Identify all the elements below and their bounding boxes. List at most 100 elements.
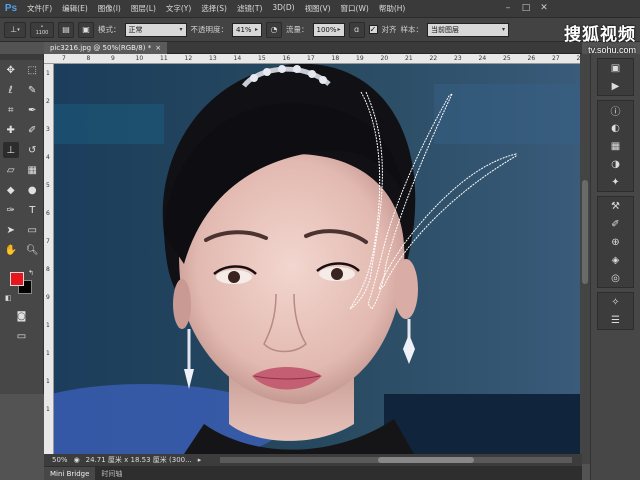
tool-preset-picker[interactable]: ⊥ ▾ <box>4 21 26 38</box>
lasso-icon[interactable]: ℓ <box>3 82 19 98</box>
align-checkbox[interactable]: ✓ <box>368 25 378 34</box>
tab-timeline[interactable]: 时间轴 <box>95 467 128 480</box>
status-menu-arrow-icon[interactable]: ▸ <box>198 456 202 464</box>
airbrush-button[interactable]: ɑ <box>348 21 365 38</box>
pressure-opacity-button[interactable]: ◔ <box>266 21 282 38</box>
flow-field[interactable]: 100% ▸ <box>312 22 345 37</box>
swatches-icon[interactable]: ▦ <box>598 137 633 155</box>
align-label: 对齐 <box>381 25 397 34</box>
pen-icon[interactable]: ✑ <box>3 202 19 218</box>
opacity-label: 不透明度： <box>190 25 229 34</box>
type-icon[interactable]: T <box>24 202 40 218</box>
notes-icon[interactable]: ☰ <box>598 311 633 329</box>
horizontal-scroll-thumb[interactable] <box>378 457 474 463</box>
clone-source-icon[interactable]: ⊕ <box>598 233 633 251</box>
mode-select[interactable]: 正常 ▾ <box>124 22 187 37</box>
tab-mini-bridge[interactable]: Mini Bridge <box>44 467 96 480</box>
photo-woman-portrait <box>54 64 580 454</box>
path-select-icon[interactable]: ➤ <box>3 222 19 238</box>
crop-icon[interactable]: ⌗ <box>3 102 19 118</box>
history-brush-icon[interactable]: ↺ <box>24 142 40 158</box>
layers-icon[interactable]: ◈ <box>598 251 633 269</box>
panel-group: ⚒ ✐ ⊕ ◈ ◎ <box>597 196 634 288</box>
color-icon[interactable]: ◐ <box>598 119 633 137</box>
brush-size-picker[interactable]: • 1100 <box>30 21 54 38</box>
healing-icon[interactable]: ✚ <box>3 122 19 138</box>
left-ear <box>173 279 191 329</box>
zoom-icon[interactable]: 🔍︎ <box>24 242 40 258</box>
vertical-scroll-thumb[interactable] <box>582 180 588 284</box>
ruler-tick-label: 17 <box>307 55 315 62</box>
options-bar: ⊥ ▾ • 1100 ▤ ▣ 模式： 正常 ▾ 不透明度： 41% ▸ ◔ 流量： 1… <box>0 18 640 42</box>
menu-item[interactable]: 文件(F) <box>22 3 57 14</box>
gradient-icon[interactable]: ▦ <box>24 162 40 178</box>
document-info-icon[interactable]: ◉ <box>74 456 80 464</box>
screen-mode-icon[interactable]: ▭ <box>14 328 30 344</box>
horizontal-scrollbar[interactable] <box>220 457 572 463</box>
flow-value: 100% <box>316 25 337 34</box>
menu-item[interactable]: 视图(V) <box>300 3 336 14</box>
minimize-button[interactable]: – <box>502 2 514 14</box>
clone-stamp-icon[interactable]: ⊥ <box>2 142 19 158</box>
sample-select[interactable]: 当前图层 ▾ <box>427 22 509 37</box>
vertical-scrollbar[interactable] <box>580 54 590 464</box>
default-colors-icon[interactable]: ◧ <box>5 294 12 302</box>
move-icon[interactable]: ✥ <box>3 62 19 78</box>
maximize-button[interactable]: □ <box>520 2 532 14</box>
brush-panel-button[interactable]: ▤ <box>58 21 74 38</box>
clone-source-icon: ▣ <box>82 25 90 34</box>
ruler-tick-label: 20 <box>380 55 389 62</box>
menu-item[interactable]: 帮助(H) <box>374 3 411 14</box>
menu-item[interactable]: 图层(L) <box>126 3 161 14</box>
actions-icon[interactable]: ▶ <box>598 77 633 95</box>
menu-item[interactable]: 滤镜(T) <box>232 3 267 14</box>
menu-item[interactable]: 编辑(E) <box>57 3 93 14</box>
dodge-icon[interactable]: ● <box>24 182 40 198</box>
hand-icon[interactable]: ✋ <box>3 242 19 258</box>
close-button[interactable]: ✕ <box>538 2 550 14</box>
airbrush-icon: ɑ <box>353 25 360 34</box>
menu-item[interactable]: 选择(S) <box>196 3 232 14</box>
menu-item[interactable]: 图像(I) <box>93 3 126 14</box>
tool-presets-icon[interactable]: ⚒ <box>598 197 633 215</box>
chevron-right-icon: ▸ <box>254 26 258 33</box>
menu-item[interactable]: 文字(Y) <box>161 3 196 14</box>
brush-icon[interactable]: ✐ <box>24 122 40 138</box>
clone-source-panel-button[interactable]: ▣ <box>78 21 94 38</box>
status-bar: 50% ◉ 24.71 厘米 x 18.53 厘米 (300... ▸ <box>44 454 582 466</box>
shape-icon[interactable]: ▭ <box>24 222 40 238</box>
close-tab-icon[interactable]: × <box>155 44 161 52</box>
ruler-tick-label: 18 <box>331 55 340 62</box>
eyedropper-icon[interactable]: ✒ <box>24 102 40 118</box>
menu-item[interactable]: 3D(D) <box>267 3 299 14</box>
foreground-color-swatch[interactable] <box>10 272 24 286</box>
sample-value: 当前图层 <box>431 25 459 34</box>
brush-icon[interactable]: ✐ <box>598 215 633 233</box>
swap-colors-icon[interactable]: ↰ <box>28 269 34 277</box>
adjustments-icon[interactable]: ◑ <box>598 155 633 173</box>
ruler-tick-label: 4 <box>46 154 50 161</box>
document-info[interactable]: 24.71 厘米 x 18.53 厘米 (300... <box>86 455 192 465</box>
zoom-level[interactable]: 50% <box>52 456 68 464</box>
ruler-tick-label: 25 <box>503 55 511 62</box>
menu-item[interactable]: 窗口(W) <box>336 3 374 14</box>
info-icon[interactable]: ⓘ <box>598 101 633 119</box>
styles-icon[interactable]: ✦ <box>598 173 633 191</box>
blur-icon[interactable]: ◆ <box>3 182 19 198</box>
quick-select-icon[interactable]: ✎ <box>24 82 40 98</box>
opacity-field[interactable]: 41% ▸ <box>232 22 262 37</box>
marquee-icon[interactable]: ⬚ <box>24 62 40 78</box>
paths-icon[interactable]: ✧ <box>598 293 633 311</box>
quick-mask-icon[interactable]: ◙ <box>14 308 30 324</box>
document-tab[interactable]: pic3216.jpg @ 50%(RGB/8) * × <box>44 42 168 54</box>
ruler-tick-label: 21 <box>405 55 413 62</box>
bottom-panel-tabs: Mini Bridge 时间轴 <box>44 466 582 480</box>
history-icon[interactable]: ▣ <box>598 59 633 77</box>
document-canvas[interactable] <box>54 64 580 454</box>
ruler-tick-label: 6 <box>46 210 50 217</box>
right-ear <box>394 259 418 319</box>
ruler-tick-label: 7 <box>46 238 50 245</box>
ruler-tick-label: 8 <box>46 266 50 273</box>
channels-icon[interactable]: ◎ <box>598 269 633 287</box>
eraser-icon[interactable]: ▱ <box>3 162 19 178</box>
